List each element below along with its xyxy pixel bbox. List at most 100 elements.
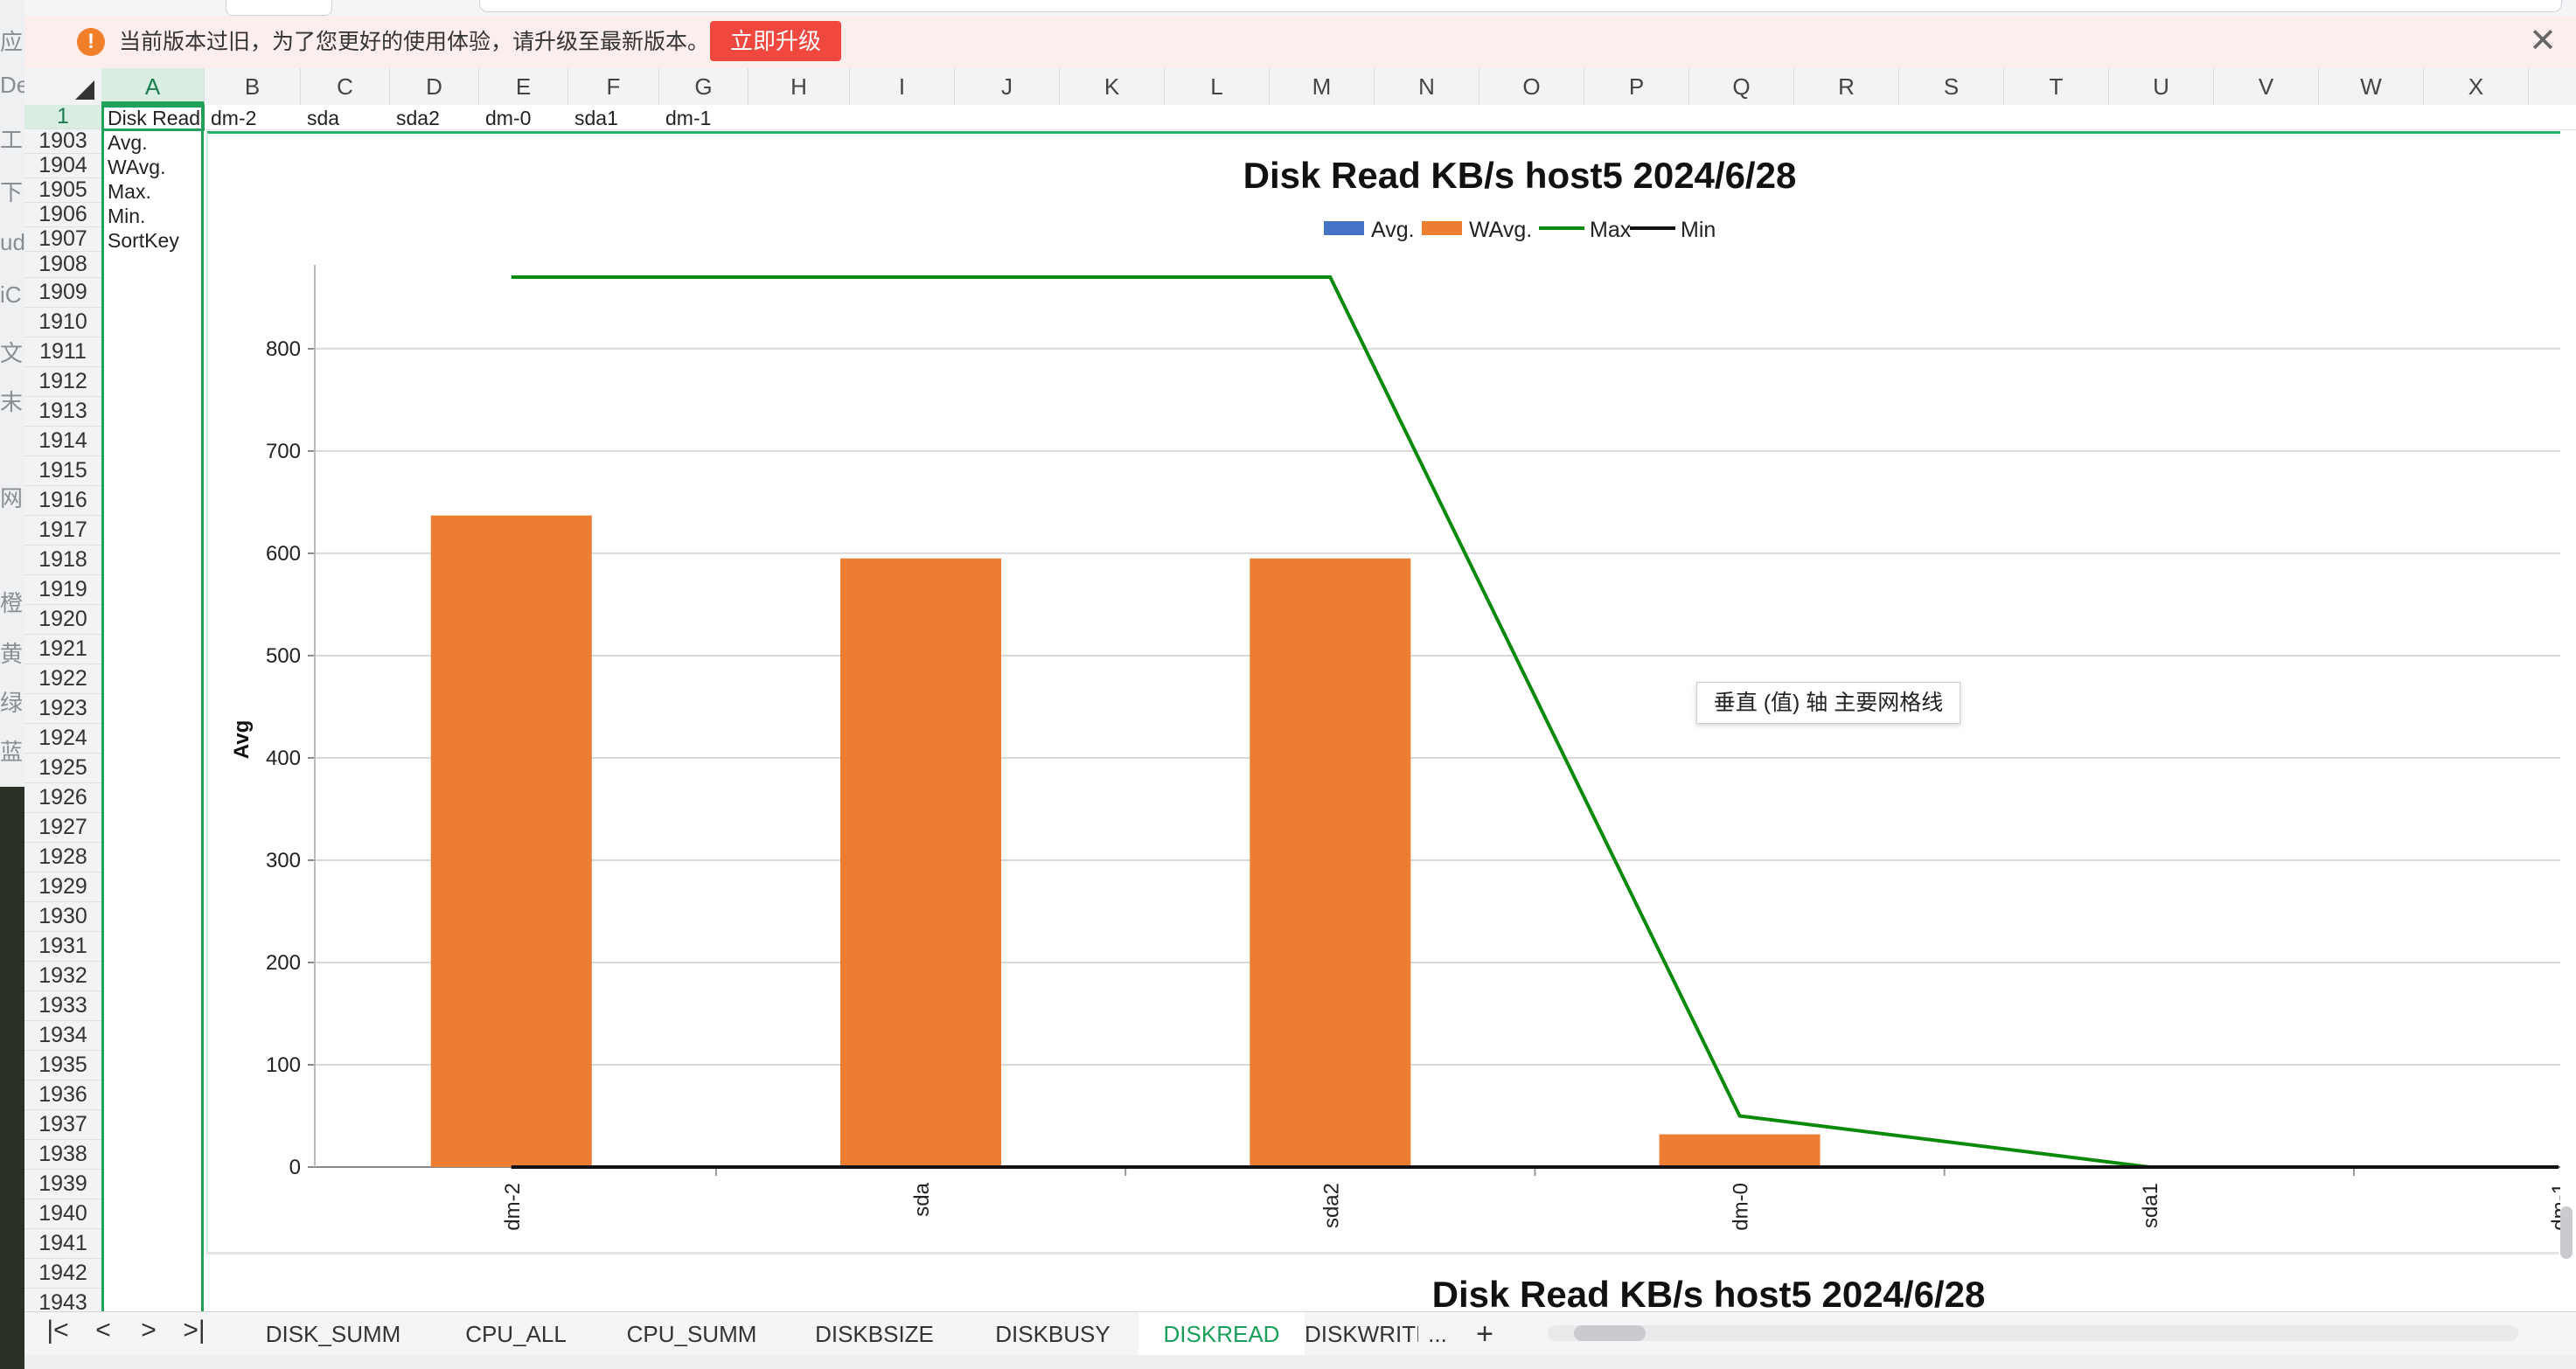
disk-read-chart-2[interactable]: Disk Read KB/s host5 2024/6/28 — [206, 1252, 2559, 1316]
sheet-tab-diskread[interactable]: DISKREAD — [1138, 1312, 1305, 1359]
column-header-a[interactable]: A — [101, 68, 205, 105]
xtick-label-sda2: sda2 — [1319, 1183, 1343, 1228]
row-header-1[interactable]: 1 — [24, 105, 101, 129]
column-header-p[interactable]: P — [1584, 68, 1689, 105]
column-header-g[interactable]: G — [659, 68, 748, 105]
more-sheets-button[interactable]: ... — [1420, 1312, 1455, 1356]
select-all-corner[interactable] — [24, 68, 102, 106]
row-header-1923[interactable]: 1923 — [24, 694, 101, 724]
column-header-b[interactable]: B — [205, 68, 301, 105]
add-sheet-button[interactable]: + — [1467, 1312, 1502, 1356]
horizontal-scrollbar[interactable] — [1548, 1325, 2518, 1341]
ytick-label-500: 500 — [266, 644, 301, 668]
column-header-m[interactable]: M — [1270, 68, 1375, 105]
row-header-1913[interactable]: 1913 — [24, 397, 101, 427]
column-header-w[interactable]: W — [2319, 68, 2424, 105]
row-header-1938[interactable]: 1938 — [24, 1140, 101, 1170]
row-header-1914[interactable]: 1914 — [24, 427, 101, 456]
row-header-1915[interactable]: 1915 — [24, 456, 101, 486]
row-header-1904[interactable]: 1904 — [24, 154, 101, 178]
row-header-1906[interactable]: 1906 — [24, 203, 101, 227]
row-header-1903[interactable]: 1903 — [24, 129, 101, 154]
column-header-s[interactable]: S — [1899, 68, 2004, 105]
row-header-1930[interactable]: 1930 — [24, 902, 101, 932]
cell-row1-c[interactable]: sda — [307, 107, 391, 130]
sheet-tab-diskbusy[interactable]: DISKBUSY — [967, 1312, 1138, 1356]
row-header-1922[interactable]: 1922 — [24, 664, 101, 694]
horizontal-scroll-thumb[interactable] — [1574, 1325, 1646, 1341]
row-header-1932[interactable]: 1932 — [24, 962, 101, 991]
row-header-1931[interactable]: 1931 — [24, 932, 101, 962]
background-window-text: 下 — [0, 179, 24, 205]
disk-read-chart[interactable]: Disk Read KB/s host5 2024/6/28 Avg. WAvg. M… — [206, 131, 2572, 1253]
sheet-tab-disk_summ[interactable]: DISK_SUMM — [236, 1312, 430, 1356]
row-header-1936[interactable]: 1936 — [24, 1081, 101, 1110]
row-header-1937[interactable]: 1937 — [24, 1110, 101, 1140]
column-header-n[interactable]: N — [1375, 68, 1479, 105]
row-header-1907[interactable]: 1907 — [24, 227, 101, 252]
cell-row1-f[interactable]: sda1 — [574, 107, 660, 130]
column-header-k[interactable]: K — [1060, 68, 1165, 105]
row-header-1927[interactable]: 1927 — [24, 813, 101, 843]
row-header-1939[interactable]: 1939 — [24, 1170, 101, 1199]
column-header-e[interactable]: E — [479, 68, 568, 105]
column-header-t[interactable]: T — [2004, 68, 2109, 105]
column-header-l[interactable]: L — [1165, 68, 1270, 105]
row-header-1940[interactable]: 1940 — [24, 1199, 101, 1229]
vertical-scroll-thumb[interactable] — [2560, 1206, 2573, 1259]
top-address-area[interactable] — [479, 0, 2562, 12]
sheet-nav-button-0[interactable]: |< — [40, 1316, 75, 1345]
sheet-tab-cpu_all[interactable]: CPU_ALL — [430, 1312, 602, 1356]
sheet-nav-button-3[interactable]: >| — [177, 1316, 212, 1345]
column-header-c[interactable]: C — [301, 68, 390, 105]
top-tab[interactable] — [226, 0, 332, 16]
cell-row1-g[interactable]: dm-1 — [665, 107, 802, 130]
column-header-q[interactable]: Q — [1689, 68, 1794, 105]
sheet-tab-diskwrite[interactable]: DISKWRITE — [1305, 1312, 1418, 1356]
sheet-nav-button-2[interactable]: > — [131, 1316, 166, 1345]
background-window-text: ud — [0, 229, 24, 255]
row-header-1909[interactable]: 1909 — [24, 278, 101, 308]
column-header-d[interactable]: D — [390, 68, 479, 105]
column-header-i[interactable]: I — [850, 68, 955, 105]
cell-row1-e[interactable]: dm-0 — [485, 107, 569, 130]
row-header-1910[interactable]: 1910 — [24, 308, 101, 337]
row-header-1926[interactable]: 1926 — [24, 783, 101, 813]
row-header-1935[interactable]: 1935 — [24, 1051, 101, 1081]
close-icon[interactable]: ✕ — [2529, 24, 2557, 58]
column-header-o[interactable]: O — [1479, 68, 1584, 105]
row-header-1919[interactable]: 1919 — [24, 575, 101, 605]
row-header-1912[interactable]: 1912 — [24, 367, 101, 397]
row-header-1934[interactable]: 1934 — [24, 1021, 101, 1051]
row-header-1942[interactable]: 1942 — [24, 1259, 101, 1289]
sheet-tab-diskbsize[interactable]: DISKBSIZE — [782, 1312, 967, 1356]
column-header-r[interactable]: R — [1794, 68, 1899, 105]
row-header-1925[interactable]: 1925 — [24, 754, 101, 783]
upgrade-button[interactable]: 立即升级 — [710, 21, 841, 61]
column-header-j[interactable]: J — [955, 68, 1060, 105]
row-header-1941[interactable]: 1941 — [24, 1229, 101, 1259]
column-header-h[interactable]: H — [748, 68, 850, 105]
column-header-f[interactable]: F — [568, 68, 659, 105]
row-header-1905[interactable]: 1905 — [24, 178, 101, 203]
row-header-1929[interactable]: 1929 — [24, 872, 101, 902]
row-header-1911[interactable]: 1911 — [24, 337, 101, 367]
column-header-x[interactable]: X — [2424, 68, 2529, 105]
row-header-1920[interactable]: 1920 — [24, 605, 101, 635]
row-header-1917[interactable]: 1917 — [24, 516, 101, 546]
row-header-1928[interactable]: 1928 — [24, 843, 101, 872]
row-header-1933[interactable]: 1933 — [24, 991, 101, 1021]
sheet-nav-button-1[interactable]: < — [86, 1316, 121, 1345]
row-header-1921[interactable]: 1921 — [24, 635, 101, 664]
column-header-v[interactable]: V — [2214, 68, 2319, 105]
row-header-1918[interactable]: 1918 — [24, 546, 101, 575]
cell-row1-d[interactable]: sda2 — [396, 107, 480, 130]
cell-row1-b[interactable]: dm-2 — [211, 107, 302, 130]
ytick-label-300: 300 — [266, 849, 301, 872]
row-header-1924[interactable]: 1924 — [24, 724, 101, 754]
row-header-1908[interactable]: 1908 — [24, 252, 101, 278]
row-header: 1 1903 1904 1905 1906 1907 1908 1909 1910 1911 191… — [24, 105, 102, 1318]
row-header-1916[interactable]: 1916 — [24, 486, 101, 516]
sheet-tab-cpu_summ[interactable]: CPU_SUMM — [602, 1312, 782, 1356]
column-header-u[interactable]: U — [2109, 68, 2214, 105]
